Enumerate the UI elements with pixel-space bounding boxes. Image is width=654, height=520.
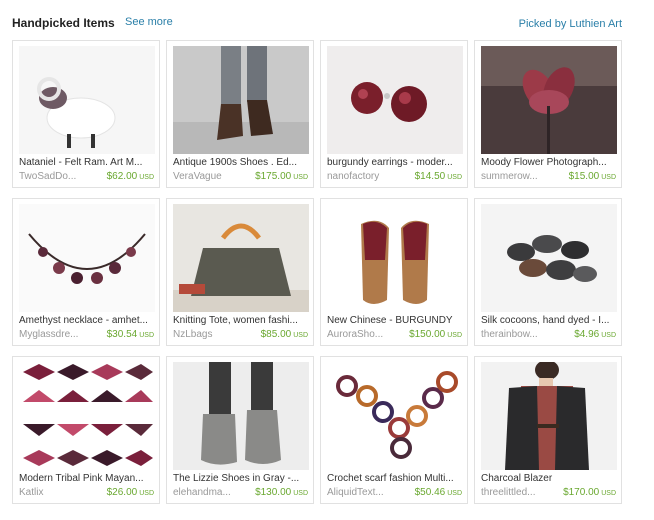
item-card[interactable]: Knitting Tote, women fashi... NzLbags $8…: [166, 198, 314, 346]
item-card[interactable]: The Lizzie Shoes in Gray -... elehandma.…: [166, 356, 314, 504]
item-price: $175.00 USD: [255, 171, 308, 182]
see-more-link[interactable]: See more: [125, 16, 173, 28]
item-name[interactable]: New Chinese - BURGUNDY: [327, 315, 463, 328]
item-price: $150.00 USD: [409, 329, 462, 340]
item-name[interactable]: Knitting Tote, women fashi...: [173, 315, 309, 328]
currency-label: USD: [293, 332, 308, 339]
handpicked-header: Handpicked Items See more Picked by Luth…: [12, 14, 622, 32]
shop-name[interactable]: TwoSadDo...: [19, 171, 99, 183]
amethyst-necklace-image[interactable]: [19, 204, 155, 312]
currency-label: USD: [293, 490, 308, 497]
item-name[interactable]: Crochet scarf fashion Multi...: [327, 473, 463, 486]
item-name[interactable]: Amethyst necklace - amhet...: [19, 315, 155, 328]
item-price: $62.00 USD: [106, 171, 154, 182]
item-price: $85.00 USD: [260, 329, 308, 340]
item-price: $15.00 USD: [568, 171, 616, 182]
shop-name[interactable]: Katlix: [19, 487, 99, 499]
item-price: $4.96 USD: [574, 329, 616, 340]
item-name[interactable]: Moody Flower Photograph...: [481, 157, 617, 170]
section-title: Handpicked Items: [12, 16, 115, 30]
item-name[interactable]: Modern Tribal Pink Mayan...: [19, 473, 155, 486]
shop-name[interactable]: nanofactory: [327, 171, 407, 183]
tribal-pattern-image[interactable]: [19, 362, 155, 470]
silk-cocoons-image[interactable]: [481, 204, 617, 312]
item-name[interactable]: The Lizzie Shoes in Gray -...: [173, 473, 309, 486]
currency-label: USD: [601, 332, 616, 339]
item-card[interactable]: Crochet scarf fashion Multi... AliquidTe…: [320, 356, 468, 504]
currency-label: USD: [447, 332, 462, 339]
item-card[interactable]: New Chinese - BURGUNDY AuroraSho... $150…: [320, 198, 468, 346]
item-card[interactable]: Nataniel - Felt Ram. Art M... TwoSadDo..…: [12, 40, 160, 188]
currency-label: USD: [601, 490, 616, 497]
item-card[interactable]: Moody Flower Photograph... summerow... $…: [474, 40, 622, 188]
item-card[interactable]: Antique 1900s Shoes . Ed... VeraVague $1…: [166, 40, 314, 188]
item-card[interactable]: Modern Tribal Pink Mayan... Katlix $26.0…: [12, 356, 160, 504]
picked-by-link[interactable]: Picked by Luthien Art: [519, 18, 622, 30]
item-name[interactable]: Charcoal Blazer: [481, 473, 617, 486]
antique-shoes-image[interactable]: [173, 46, 309, 154]
burgundy-sandals-image[interactable]: [327, 204, 463, 312]
item-card[interactable]: Amethyst necklace - amhet... Myglassdre.…: [12, 198, 160, 346]
item-price: $170.00 USD: [563, 487, 616, 498]
item-name[interactable]: Antique 1900s Shoes . Ed...: [173, 157, 309, 170]
flower-photo-image[interactable]: [481, 46, 617, 154]
knitting-tote-image[interactable]: [173, 204, 309, 312]
felt-ram-image[interactable]: [19, 46, 155, 154]
item-price: $50.46 USD: [414, 487, 462, 498]
burgundy-earrings-image[interactable]: [327, 46, 463, 154]
shop-name[interactable]: summerow...: [481, 171, 561, 183]
shop-name[interactable]: AliquidText...: [327, 487, 407, 499]
currency-label: USD: [601, 174, 616, 181]
item-card[interactable]: Silk cocoons, hand dyed - I... therainbo…: [474, 198, 622, 346]
shop-name[interactable]: elehandma...: [173, 487, 253, 499]
item-name[interactable]: Nataniel - Felt Ram. Art M...: [19, 157, 155, 170]
currency-label: USD: [139, 332, 154, 339]
item-price: $26.00 USD: [106, 487, 154, 498]
currency-label: USD: [139, 174, 154, 181]
shop-name[interactable]: AuroraSho...: [327, 329, 407, 341]
shop-name[interactable]: NzLbags: [173, 329, 253, 341]
item-price: $30.54 USD: [106, 329, 154, 340]
shop-name[interactable]: Myglassdre...: [19, 329, 99, 341]
items-grid: Nataniel - Felt Ram. Art M... TwoSadDo..…: [12, 40, 622, 510]
item-price: $14.50 USD: [414, 171, 462, 182]
currency-label: USD: [447, 490, 462, 497]
crochet-scarf-image[interactable]: [327, 362, 463, 470]
item-card[interactable]: burgundy earrings - moder... nanofactory…: [320, 40, 468, 188]
item-price: $130.00 USD: [255, 487, 308, 498]
item-name[interactable]: burgundy earrings - moder...: [327, 157, 463, 170]
currency-label: USD: [139, 490, 154, 497]
shop-name[interactable]: VeraVague: [173, 171, 253, 183]
shop-name[interactable]: threelittled...: [481, 487, 561, 499]
currency-label: USD: [293, 174, 308, 181]
item-card[interactable]: Charcoal Blazer threelittled... $170.00 U…: [474, 356, 622, 504]
currency-label: USD: [447, 174, 462, 181]
charcoal-blazer-image[interactable]: [481, 362, 617, 470]
gray-shoes-image[interactable]: [173, 362, 309, 470]
shop-name[interactable]: therainbow...: [481, 329, 561, 341]
item-name[interactable]: Silk cocoons, hand dyed - I...: [481, 315, 617, 328]
